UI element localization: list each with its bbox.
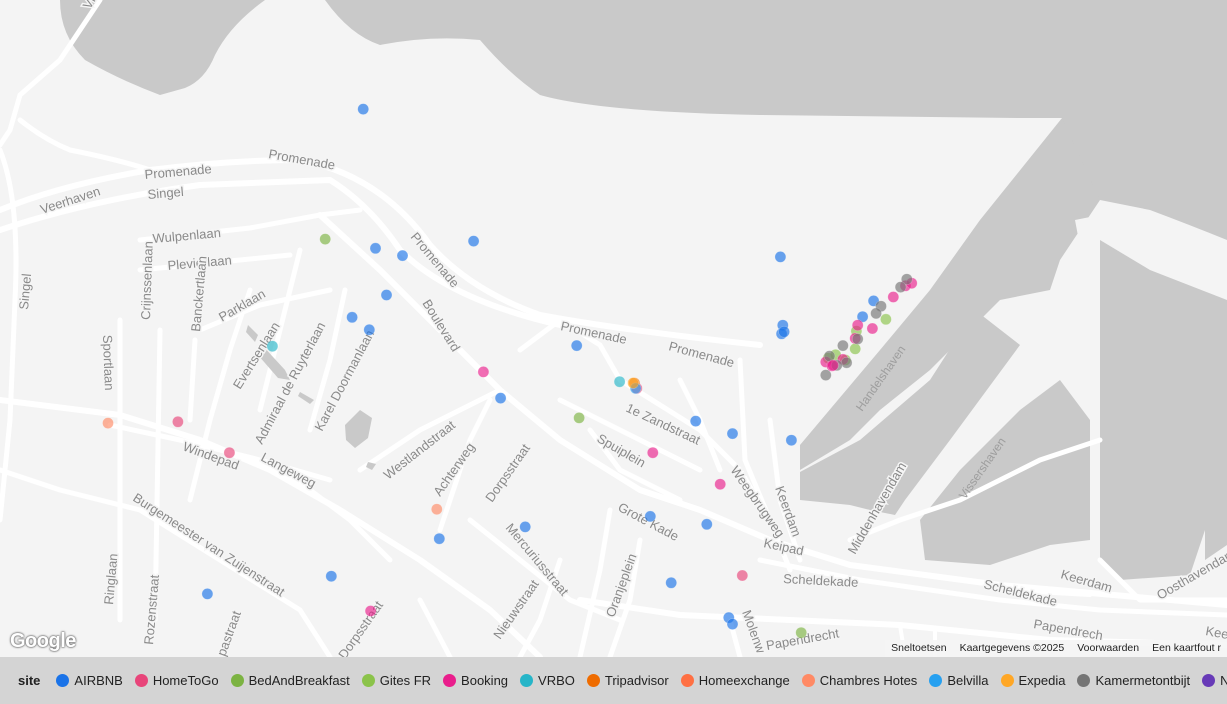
legend-dot-icon: [443, 674, 457, 687]
legend-dot-icon: [520, 674, 534, 687]
street-label-crijnssenlaan: Crijnssenlaan: [138, 241, 156, 320]
legend-dot-icon: [230, 674, 244, 687]
poi-bedandbreakfast-33[interactable]: [795, 626, 807, 639]
poi-booking-51[interactable]: [887, 291, 900, 303]
legend-label: Belvilla: [947, 673, 989, 688]
legend-label: Homeexchange: [698, 673, 790, 688]
poi-airbnb-19[interactable]: [701, 518, 713, 531]
poi-booking-37[interactable]: [647, 446, 659, 459]
legend-dot-icon: [1000, 674, 1014, 687]
legend-dot-icon: [1077, 674, 1091, 687]
poi-kamermetontbijt-61[interactable]: [870, 307, 882, 320]
poi-gites-fr-44[interactable]: [880, 313, 892, 326]
poi-airbnb-7[interactable]: [570, 339, 583, 352]
poi-kamermetontbijt-65[interactable]: [840, 356, 853, 369]
legend-item-booking[interactable]: Booking: [443, 673, 508, 688]
poi-airbnb-3[interactable]: [467, 235, 480, 247]
poi-airbnb-12[interactable]: [778, 326, 790, 338]
poi-booking-36[interactable]: [477, 366, 490, 378]
map-svg: VlisVeerhavenPromenadePromenadeSingelSin…: [0, 0, 1227, 657]
legend-item-bedandbreakfast[interactable]: BedAndBreakfast: [230, 673, 350, 688]
poi-kamermetontbijt-63[interactable]: [837, 339, 849, 352]
poi-airbnb-0[interactable]: [357, 103, 369, 115]
legend-dot-icon: [56, 674, 70, 687]
poi-vrbo-39[interactable]: [613, 375, 626, 388]
legend-item-vrbo[interactable]: VRBO: [520, 673, 575, 688]
poi-airbnb-2[interactable]: [396, 249, 409, 262]
legend-dot-icon: [1202, 674, 1216, 687]
legend-title: site: [18, 673, 41, 688]
poi-bedandbreakfast-32[interactable]: [573, 412, 585, 424]
legend-label: VRBO: [538, 673, 575, 688]
poi-airbnb-15[interactable]: [689, 415, 702, 427]
legend-label: Booking: [461, 673, 509, 688]
legend-label: BedAndBreakfast: [248, 673, 350, 688]
legend-dot-icon: [134, 674, 148, 687]
legend-item-hometogo[interactable]: HomeToGo: [134, 673, 219, 688]
legend-dot-icon: [929, 674, 943, 687]
poi-kamermetontbijt-62[interactable]: [851, 333, 864, 345]
poi-airbnb-24[interactable]: [665, 577, 677, 589]
legend-label: Chambres Hotes: [819, 673, 918, 688]
legend-item-homeexchange[interactable]: Homeexchange: [680, 673, 790, 688]
poi-airbnb-16[interactable]: [726, 427, 739, 440]
legend-label: Expedia: [1018, 673, 1066, 688]
legend: site AIRBNB HomeToGo BedAndBreakfast Gites …: [0, 657, 1227, 704]
poi-chambres-hotes-41[interactable]: [102, 417, 114, 429]
legend-label: AIRBNB: [74, 673, 123, 688]
poi-gites-fr-45[interactable]: [849, 343, 861, 355]
poi-hometogo-30[interactable]: [736, 569, 749, 582]
street-label-singel-2: Singel: [16, 273, 34, 310]
poi-booking-35[interactable]: [364, 605, 377, 617]
poi-airbnb-26[interactable]: [726, 618, 739, 630]
legend-item-kamermetontbijt[interactable]: Kamermetontbijt: [1077, 673, 1190, 688]
poi-airbnb-8[interactable]: [494, 392, 507, 404]
poi-airbnb-9[interactable]: [774, 251, 787, 263]
poi-airbnb-1[interactable]: [369, 242, 382, 255]
poi-kamermetontbijt-59[interactable]: [894, 281, 907, 293]
google-logo[interactable]: Google: [10, 630, 76, 653]
legend-dot-icon: [361, 674, 375, 687]
map-canvas[interactable]: VlisVeerhavenPromenadePromenadeSingelSin…: [0, 0, 1227, 657]
poi-kamermetontbijt-66[interactable]: [820, 369, 832, 381]
legend-label: Natuu: [1220, 673, 1227, 688]
poi-airbnb-4[interactable]: [380, 289, 393, 301]
poi-bedandbreakfast-31[interactable]: [319, 233, 331, 245]
poi-booking-34[interactable]: [714, 478, 726, 490]
poi-airbnb-20[interactable]: [519, 521, 531, 533]
poi-airbnb-22[interactable]: [325, 570, 338, 582]
legend-items: AIRBNB HomeToGo BedAndBreakfast Gites FR Boo…: [56, 673, 1227, 688]
poi-vrbo-38[interactable]: [266, 340, 279, 352]
poi-chambres-hotes-42[interactable]: [431, 503, 443, 515]
poi-airbnb-6[interactable]: [363, 324, 376, 336]
legend-item-chambres-hotes[interactable]: Chambres Hotes: [801, 673, 918, 688]
poi-booking-69[interactable]: [866, 322, 879, 335]
poi-expedia-68[interactable]: [627, 377, 639, 389]
legend-label: HomeToGo: [152, 673, 219, 688]
legend-item-belvilla[interactable]: Belvilla: [929, 673, 989, 688]
street-label-singel-1: Singel: [147, 184, 184, 202]
poi-booking-52[interactable]: [851, 319, 864, 331]
legend-label: Gites FR: [379, 673, 432, 688]
legend-item-expedia[interactable]: Expedia: [1000, 673, 1066, 688]
poi-airbnb-5[interactable]: [346, 311, 358, 324]
street-label-sportlaan: Sportlaan: [100, 335, 117, 391]
legend-dot-icon: [801, 674, 815, 687]
poi-airbnb-23[interactable]: [201, 588, 214, 600]
legend-label: Kamermetontbijt: [1095, 673, 1191, 688]
legend-dot-icon: [586, 674, 600, 687]
legend-label: Tripadvisor: [604, 673, 669, 688]
legend-item-tripadvisor[interactable]: Tripadvisor: [586, 673, 669, 688]
legend-item-gites-fr[interactable]: Gites FR: [361, 673, 432, 688]
poi-airbnb-18[interactable]: [644, 510, 657, 523]
legend-item-airbnb[interactable]: AIRBNB: [56, 673, 123, 688]
legend-dot-icon: [680, 674, 694, 687]
poi-hometogo-28[interactable]: [223, 446, 236, 459]
poi-booking-70[interactable]: [827, 359, 839, 372]
poi-airbnb-17[interactable]: [785, 434, 798, 446]
legend-item-natuurhuisje[interactable]: Natuu: [1202, 673, 1227, 688]
poi-hometogo-27[interactable]: [172, 416, 184, 428]
poi-airbnb-21[interactable]: [433, 532, 446, 545]
